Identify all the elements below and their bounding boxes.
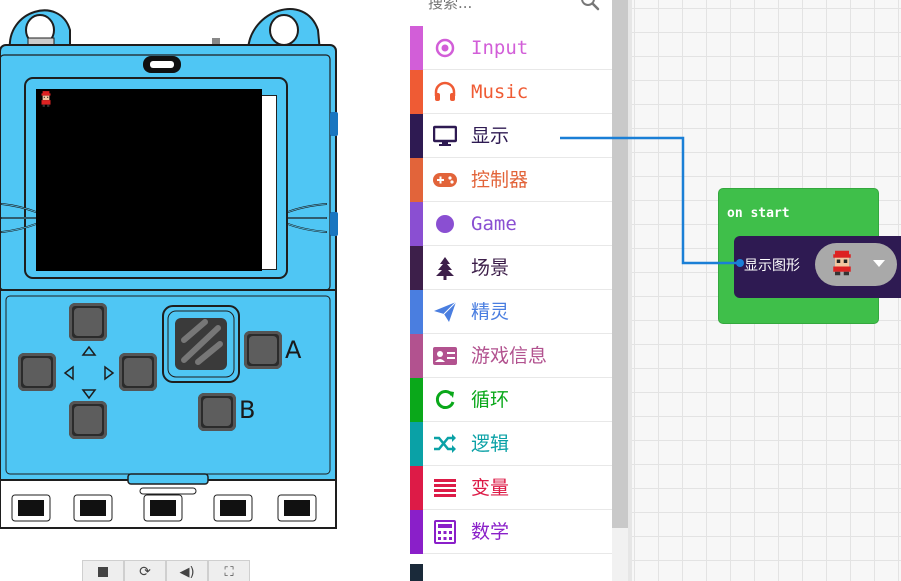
target-icon: [432, 36, 458, 60]
game-screen[interactable]: [36, 89, 262, 271]
workspace-divider: [628, 0, 632, 581]
toolbox-scrollbar-track: [612, 528, 628, 581]
category-color-bar: [410, 466, 423, 510]
category-3[interactable]: 显示: [410, 114, 612, 158]
category-8[interactable]: 游戏信息: [410, 334, 612, 378]
category-color-bar: [410, 422, 423, 466]
category-5[interactable]: Game: [410, 202, 612, 246]
id-card-icon: [432, 344, 458, 368]
category-color-bar: [410, 290, 423, 334]
gamepad-icon: [432, 168, 458, 192]
restart-icon: ⟳: [139, 564, 151, 580]
shuffle-icon: [432, 432, 458, 456]
refresh-icon: [432, 388, 458, 412]
b-button[interactable]: [198, 393, 236, 431]
on-start-label: on start: [727, 206, 790, 221]
simulator-panel: A B ⟳ ◀) ⛶: [0, 0, 410, 581]
category-label: 精灵: [471, 301, 510, 323]
category-label: 显示: [471, 125, 510, 147]
list-icon: [432, 476, 458, 500]
toolbox-scrollbar[interactable]: [612, 0, 628, 528]
simulator-toolbar: ⟳ ◀) ⛶: [82, 560, 250, 581]
category-color-bar: [410, 114, 423, 158]
category-color-bar: [410, 26, 423, 70]
stop-icon: [98, 567, 108, 577]
dpad-up-button[interactable]: [69, 303, 107, 341]
search-box[interactable]: [410, 0, 612, 22]
category-label: 逻辑: [471, 433, 510, 455]
search-input[interactable]: [428, 0, 578, 12]
fullscreen-button[interactable]: ⛶: [208, 560, 250, 581]
dpad-right-button[interactable]: [119, 353, 157, 391]
calculator-icon: [432, 520, 458, 544]
category-color-bar: [410, 246, 423, 290]
image-preview-sprite: [833, 250, 851, 276]
category-7[interactable]: 精灵: [410, 290, 612, 334]
category-color-bar: [410, 202, 423, 246]
a-button[interactable]: [244, 331, 282, 369]
category-11[interactable]: 变量: [410, 466, 612, 510]
dropdown-caret-icon[interactable]: [873, 260, 885, 267]
monitor-icon: [432, 124, 458, 148]
mute-button[interactable]: ◀): [166, 560, 208, 581]
tree-icon: [432, 256, 458, 280]
category-color-bar: [410, 334, 423, 378]
category-12[interactable]: 数学: [410, 510, 612, 554]
category-label: 数学: [471, 521, 510, 543]
category-2[interactable]: Music: [410, 70, 612, 114]
category-color-bar: [410, 378, 423, 422]
category-label: Music: [471, 81, 529, 103]
volume-icon: ◀): [179, 564, 195, 580]
category-label: Input: [471, 37, 529, 59]
category-label: 游戏信息: [471, 345, 548, 367]
a-button-label: A: [285, 336, 302, 364]
game-console-device: [0, 8, 338, 529]
b-button-label: B: [239, 396, 256, 424]
category-6[interactable]: 场景: [410, 246, 612, 290]
stop-button[interactable]: [82, 560, 124, 581]
screen-edge: [262, 95, 277, 270]
category-1[interactable]: Input: [410, 26, 612, 70]
category-label: 控制器: [471, 169, 529, 191]
circle-icon: [432, 212, 458, 236]
restart-button[interactable]: ⟳: [124, 560, 166, 581]
category-label: Game: [471, 213, 517, 235]
category-10[interactable]: 逻辑: [410, 422, 612, 466]
headphones-icon: [432, 80, 458, 104]
category-label: 场景: [471, 257, 510, 279]
category-partial: [410, 554, 612, 581]
dpad-down-button[interactable]: [69, 401, 107, 439]
category-color-bar: [410, 158, 423, 202]
fullscreen-icon: ⛶: [224, 564, 234, 580]
category-9[interactable]: 循环: [410, 378, 612, 422]
player-sprite: [41, 91, 51, 107]
dpad-left-button[interactable]: [18, 353, 56, 391]
show-image-label: 显示图形: [744, 258, 800, 274]
category-color-bar: [410, 70, 423, 114]
paper-plane-icon: [432, 300, 458, 324]
search-icon[interactable]: [580, 0, 600, 11]
category-4[interactable]: 控制器: [410, 158, 612, 202]
toolbox: Input Music 显示控制器 Game 场景精灵游戏信息循环逻辑变量数学: [410, 0, 628, 581]
category-label: 变量: [471, 477, 510, 499]
category-label: 循环: [471, 389, 510, 411]
category-color-bar: [410, 510, 423, 554]
